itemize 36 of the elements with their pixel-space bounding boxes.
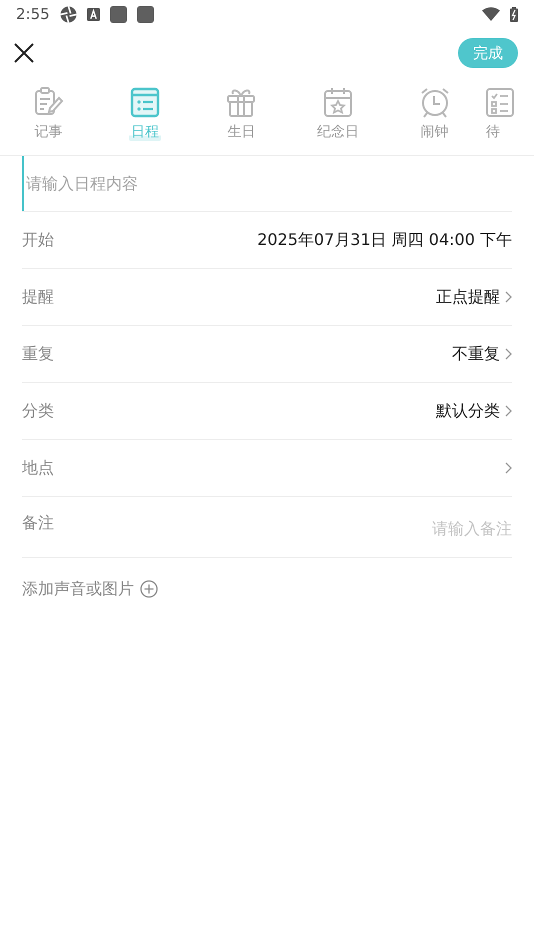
aperture-icon [60,6,77,22]
row-value[interactable]: 不重复 [452,344,500,364]
app-icon [136,6,154,22]
row-label: 重复 [22,344,54,364]
tab[interactable]: 闹钟 [418,123,451,141]
wifi-icon [482,7,500,21]
close-icon[interactable] [13,42,35,64]
keyboard-letter-icon [86,8,100,20]
chevron-icon [505,291,512,303]
calendar-star-icon [322,86,354,118]
row-value[interactable]: 默认分类 [436,400,500,422]
row-value[interactable]: 正点提醒 [436,286,500,308]
add-media-link[interactable]: 添加声音或图片 [22,578,134,600]
status-time: 2:55 [16,5,50,23]
clipboard-pen-icon [32,86,64,118]
tab[interactable]: 日程 [128,123,161,141]
row-value[interactable]: 2025年07月31日 周四 04:00 下午 [257,230,512,250]
battery-icon [510,6,518,22]
tab[interactable]: 待 [484,123,502,141]
row-label: 地点 [22,458,54,478]
chevron-icon [505,462,512,474]
add-circle-icon[interactable] [140,580,158,598]
note-input[interactable]: 请输入备注 [392,517,512,539]
row-label: 分类 [22,400,54,422]
row-label: 开始 [22,230,54,250]
alarm-clock-icon [418,86,451,118]
list-calendar-icon [128,86,161,118]
done-button[interactable]: 完成 [458,38,518,68]
tab[interactable]: 纪念日 [315,123,362,141]
tab[interactable]: 生日 [225,123,258,141]
row-label: 备注 [22,513,54,534]
app-icon [110,6,127,22]
row-label: 提醒 [22,286,54,308]
chevron-icon [505,348,512,360]
chevron-icon [505,405,512,417]
tab[interactable]: 记事 [32,123,64,141]
